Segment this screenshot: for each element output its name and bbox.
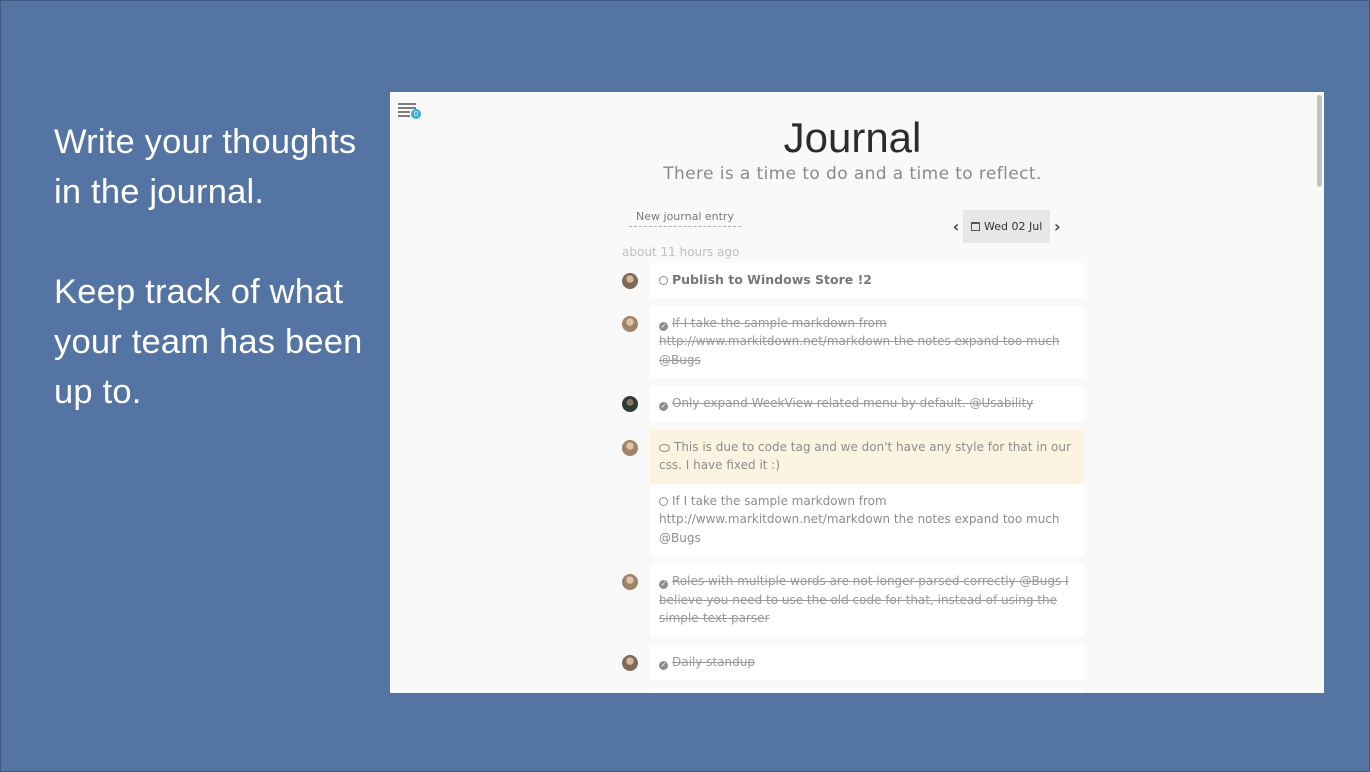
avatar xyxy=(622,396,638,412)
entry-card[interactable]: ✓ If I take the sample markdown from http… xyxy=(650,305,1084,378)
date-navigator: ‹ Wed 02 Jul › xyxy=(949,210,1064,243)
next-day-button[interactable]: › xyxy=(1050,210,1064,243)
scrollbar[interactable] xyxy=(1315,92,1324,693)
avatar xyxy=(622,574,638,590)
avatar xyxy=(622,654,638,671)
slide-caption: Write your thoughts in the journal. Keep… xyxy=(54,117,384,417)
scrollbar-thumb[interactable] xyxy=(1317,95,1322,187)
caption-paragraph-1: Write your thoughts in the journal. xyxy=(54,123,357,211)
entry-text: If I take the sample markdown from http:… xyxy=(659,493,1060,545)
prev-day-button[interactable]: ‹ xyxy=(949,210,963,243)
avatar xyxy=(622,315,638,332)
check-circle-icon: ✓ xyxy=(659,660,668,670)
page-title: Journal xyxy=(783,114,922,161)
entry-card[interactable]: ✓ Roles with multiple words are not longe… xyxy=(650,564,1084,637)
entry-text: This is due to code tag and we don't hav… xyxy=(659,439,1071,473)
open-circle-icon xyxy=(659,496,668,506)
entry-card[interactable] xyxy=(650,688,1084,693)
entry-text: Only expand WeekView related menu by def… xyxy=(672,396,1034,410)
time-ago-label: about 11 hours ago xyxy=(622,245,740,259)
entry-text: Daily standup xyxy=(672,654,755,669)
journal-entry: ✓ Only expand WeekView related menu by de… xyxy=(622,386,1084,422)
date-label: Wed 02 Jul xyxy=(984,220,1043,233)
calendar-icon xyxy=(971,222,980,231)
entry-card[interactable]: ✓ Daily standup xyxy=(650,644,1084,680)
entry-card[interactable]: ✓ Only expand WeekView related menu by de… xyxy=(650,386,1084,422)
entry-card[interactable]: If I take the sample markdown from http:… xyxy=(650,483,1084,556)
journal-entry: ✓ If I take the sample markdown from http… xyxy=(622,305,1084,378)
open-circle-icon xyxy=(659,276,668,285)
entry-card[interactable]: Publish to Windows Store !2 xyxy=(650,263,1084,298)
journal-entry: Publish to Windows Store !2 xyxy=(622,263,1084,298)
journal-entry: ✓ Roles with multiple words are not longe… xyxy=(622,564,1084,637)
comment-card[interactable]: This is due to code tag and we don't hav… xyxy=(650,429,1084,484)
journal-entries-list: Publish to Windows Store !2 ✓ If I take t… xyxy=(622,263,1084,693)
avatar xyxy=(622,439,638,456)
page-subtitle: There is a time to do and a time to refl… xyxy=(663,164,1042,184)
check-circle-icon: ✓ xyxy=(659,402,668,411)
check-circle-icon: ✓ xyxy=(659,321,668,331)
date-picker-button[interactable]: Wed 02 Jul xyxy=(963,210,1051,243)
entry-text: Publish to Windows Store !2 xyxy=(672,272,872,287)
check-circle-icon: ✓ xyxy=(659,580,668,589)
journal-entry xyxy=(622,688,1084,693)
new-journal-entry-input[interactable]: New journal entry xyxy=(629,210,741,227)
entry-text: If I take the sample markdown from http:… xyxy=(659,315,1060,367)
entry-text: Roles with multiple words are not longer… xyxy=(659,574,1069,625)
caption-paragraph-2: Keep track of what your team has been up… xyxy=(54,273,363,411)
journal-entry: This is due to code tag and we don't hav… xyxy=(622,429,1084,556)
journal-app-window: 0 Journal There is a time to do and a ti… xyxy=(390,92,1324,693)
avatar xyxy=(622,273,638,289)
journal-entry: ✓ Daily standup xyxy=(622,644,1084,680)
comment-icon xyxy=(659,443,670,452)
